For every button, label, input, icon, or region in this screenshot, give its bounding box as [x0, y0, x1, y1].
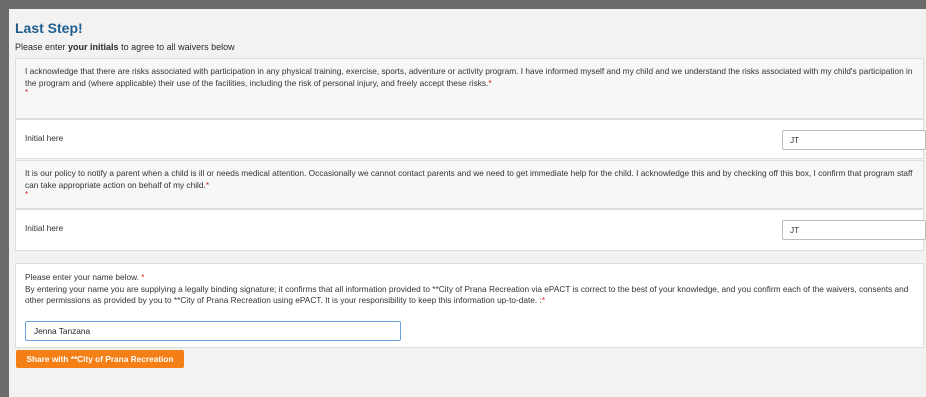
- waiver-page: Last Step! Please enter your initials to…: [9, 9, 926, 397]
- waiver-1-text-box: I acknowledge that there are risks assoc…: [15, 58, 924, 119]
- subtitle-bold: your initials: [68, 42, 119, 52]
- initial-label: Initial here: [25, 133, 64, 143]
- waiver-1-text: I acknowledge that there are risks assoc…: [25, 66, 913, 88]
- page-title: Last Step!: [15, 20, 83, 36]
- waiver-2-initial-input[interactable]: [782, 220, 926, 240]
- required-marker: *: [25, 88, 29, 97]
- waiver-1-initial-input[interactable]: [782, 130, 926, 150]
- required-marker: *: [205, 179, 210, 190]
- full-name-input[interactable]: [25, 321, 401, 341]
- waiver-2-text-box: It is our policy to notify a parent when…: [15, 160, 924, 209]
- share-button[interactable]: Share with **City of Prana Recreation: [16, 350, 184, 368]
- page-subtitle: Please enter your initials to agree to a…: [15, 42, 235, 52]
- subtitle-prefix: Please enter: [15, 42, 69, 52]
- waiver-2-text: It is our policy to notify a parent when…: [25, 168, 913, 190]
- required-marker: *: [541, 295, 546, 305]
- signature-prompt: Please enter your name below. *: [25, 272, 914, 284]
- waiver-2-initial-row: Initial here: [15, 209, 926, 251]
- waiver-1-initial-row: Initial here: [15, 119, 926, 159]
- signature-prompt-text: Please enter your name below.: [25, 272, 139, 282]
- signature-statement-text: By entering your name you are supplying …: [25, 283, 909, 306]
- signature-statement: By entering your name you are supplying …: [25, 284, 914, 307]
- required-marker: *: [488, 77, 492, 88]
- required-marker: *: [141, 272, 145, 282]
- initial-label: Initial here: [25, 223, 64, 233]
- required-marker: *: [25, 190, 29, 199]
- subtitle-suffix: to agree to all waivers below: [118, 42, 235, 52]
- app-frame: Last Step! Please enter your initials to…: [0, 0, 926, 397]
- signature-box: Please enter your name below. * By enter…: [15, 263, 924, 348]
